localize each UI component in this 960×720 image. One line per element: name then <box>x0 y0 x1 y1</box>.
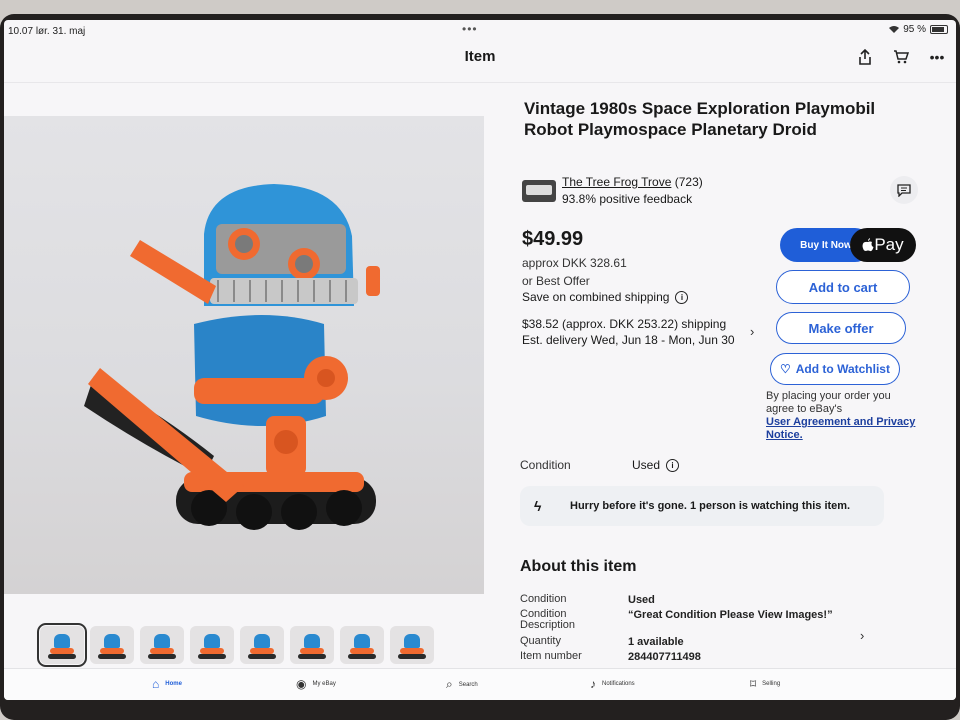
detail-row: Quantity 1 available <box>520 636 870 650</box>
battery-status: 95 % <box>889 24 948 35</box>
multitask-dots-icon[interactable]: ••• <box>462 22 478 36</box>
share-icon[interactable] <box>854 46 876 68</box>
chevron-right-icon[interactable]: › <box>750 324 754 339</box>
more-icon[interactable]: ••• <box>926 46 948 68</box>
add-to-watchlist-button[interactable]: ♡ Add to Watchlist <box>770 353 900 385</box>
lightning-icon: ϟ <box>534 498 542 514</box>
tag-icon: ⌑ <box>750 677 757 691</box>
watchlist-label: Add to Watchlist <box>795 362 890 376</box>
user-agreement-link[interactable]: User Agreement and Privacy Notice. <box>766 416 915 441</box>
combined-shipping[interactable]: Save on combined shipping i <box>522 290 689 304</box>
detail-row: Item number 284407711498 <box>520 651 870 665</box>
tab-label: Notifications <box>602 681 635 687</box>
shipping-info[interactable]: $38.52 (approx. DKK 253.22) shipping Est… <box>522 316 762 348</box>
tab-label: Home <box>165 681 182 687</box>
thumbnail[interactable] <box>140 626 184 664</box>
detail-row: Condition Description “Great Condition P… <box>520 609 870 635</box>
seller-name-link[interactable]: The Tree Frog Trove <box>562 175 671 189</box>
detail-label: Item number <box>520 650 582 662</box>
thumbnail[interactable] <box>37 623 87 667</box>
legal-text: By placing your order you agree to eBay'… <box>766 390 891 415</box>
thumbnail[interactable] <box>390 626 434 664</box>
thumbnail[interactable] <box>340 626 384 664</box>
detail-label: Condition Description <box>520 608 576 631</box>
shipping-cost: $38.52 (approx. DKK 253.22) shipping <box>522 317 727 331</box>
approx-price: approx DKK 328.61 <box>522 256 627 270</box>
ipad-screen: 10.07 lør. 31. maj ••• 95 % Item ••• Vin… <box>4 20 956 700</box>
price: $49.99 <box>522 228 584 250</box>
price-details: approx DKK 328.61 or Best Offer <box>522 254 627 290</box>
legal-notice: By placing your order you agree to eBay'… <box>766 390 916 442</box>
about-heading: About this item <box>520 558 637 575</box>
page-title: Item <box>464 48 496 65</box>
thumbnail[interactable] <box>240 626 284 664</box>
thumbnail[interactable] <box>290 626 334 664</box>
search-icon: ⌕ <box>446 677 453 691</box>
tab-search[interactable]: ⌕ Search <box>446 677 478 692</box>
info-icon[interactable]: i <box>675 290 689 304</box>
wifi-icon <box>889 26 900 33</box>
detail-label: Condition <box>520 593 567 605</box>
tab-bar: ⌂ Home ◉ My eBay ⌕ Search ♪ Notification… <box>4 668 956 700</box>
urgency-banner: ϟ Hurry before it's gone. 1 person is wa… <box>520 486 884 526</box>
combined-shipping-label: Save on combined shipping <box>522 290 670 304</box>
detail-row: Condition Used <box>520 594 870 608</box>
urgency-text: Hurry before it's gone. 1 person is watc… <box>570 500 851 512</box>
apple-pay-button[interactable]: Pay <box>850 228 916 262</box>
tab-label: Selling <box>762 681 781 687</box>
apple-logo-icon <box>862 238 874 252</box>
status-bar: 10.07 lør. 31. maj ••• 95 % <box>4 20 956 42</box>
product-image[interactable] <box>4 116 484 594</box>
tab-my-ebay[interactable]: ◉ My eBay <box>296 677 336 691</box>
nav-bar: Item ••• <box>4 42 956 83</box>
add-to-cart-button[interactable]: Add to cart <box>776 270 910 304</box>
tab-selling[interactable]: ⌑ Selling <box>750 677 780 691</box>
delivery-estimate: Est. delivery Wed, Jun 18 - Mon, Jun 30 <box>522 333 735 347</box>
condition-label: Condition <box>520 458 571 472</box>
thumbnail[interactable] <box>90 626 134 664</box>
item-details: Condition Used Condition Description “Gr… <box>520 594 870 666</box>
home-icon: ⌂ <box>152 677 160 691</box>
detail-value: “Great Condition Please View Images!” <box>628 609 833 621</box>
detail-label: Quantity <box>520 635 561 647</box>
seller-avatar[interactable] <box>522 180 556 202</box>
info-icon[interactable]: i <box>666 458 680 472</box>
condition-value: Used <box>632 458 661 472</box>
thumbnail-strip <box>37 623 434 667</box>
tab-label: My eBay <box>312 681 336 687</box>
seller-info: The Tree Frog Trove (723) 93.8% positive… <box>562 174 703 208</box>
detail-value: 1 available <box>628 636 684 648</box>
user-icon: ◉ <box>296 677 307 691</box>
heart-icon: ♡ <box>780 362 791 376</box>
seller-feedback: 93.8% positive feedback <box>562 192 693 206</box>
robot-toy-illustration <box>84 184 380 530</box>
seller-feedback-count: (723) <box>674 175 703 189</box>
tab-home[interactable]: ⌂ Home <box>152 677 182 691</box>
tab-label: Search <box>458 681 478 688</box>
battery-icon <box>930 25 948 34</box>
thumbnail[interactable] <box>190 626 234 664</box>
detail-value: 284407711498 <box>628 651 701 663</box>
tab-notifications[interactable]: ♪ Notifications <box>590 677 635 691</box>
chevron-right-icon[interactable]: › <box>860 628 864 643</box>
status-time: 10.07 lør. 31. maj <box>8 26 86 37</box>
apple-pay-label: Pay <box>874 235 904 254</box>
best-offer-text: or Best Offer <box>522 274 590 288</box>
listing-title: Vintage 1980s Space Exploration Playmobi… <box>524 99 876 139</box>
make-offer-button[interactable]: Make offer <box>776 312 906 344</box>
message-seller-icon[interactable] <box>890 176 918 204</box>
detail-value: Used <box>628 594 655 606</box>
cart-icon[interactable] <box>890 46 912 68</box>
bell-icon: ♪ <box>590 677 596 691</box>
